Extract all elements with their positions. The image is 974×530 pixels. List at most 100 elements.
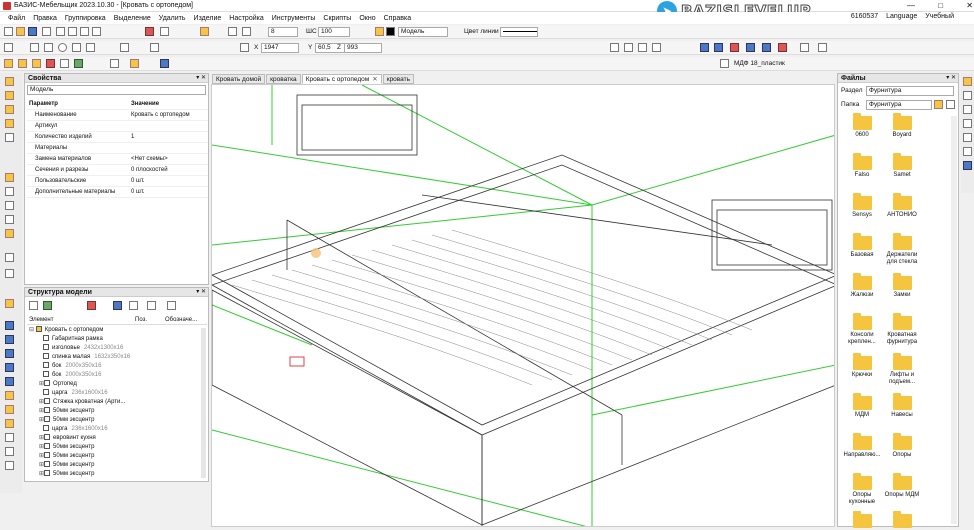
tool-copy-icon[interactable]	[5, 335, 14, 344]
chart-icon[interactable]	[963, 147, 972, 156]
polygon-icon[interactable]	[86, 43, 95, 52]
dimension-icon[interactable]	[120, 43, 129, 52]
view-iso-icon[interactable]	[652, 43, 661, 52]
tab-bed[interactable]: кровать	[382, 74, 415, 84]
menu-settings[interactable]: Настройка	[225, 15, 267, 22]
tab-crib[interactable]: кроватка	[266, 74, 301, 84]
menu-file[interactable]: Файл	[4, 15, 29, 22]
tool-panel-2-icon[interactable]	[5, 91, 14, 100]
menu-help[interactable]: Справка	[380, 15, 415, 22]
tree-settings-icon[interactable]	[167, 301, 176, 310]
view-top-icon[interactable]	[624, 43, 633, 52]
line-style-select[interactable]	[500, 27, 538, 37]
tool-check-icon[interactable]	[5, 269, 14, 278]
folder-item[interactable]	[842, 511, 882, 530]
cut-icon[interactable]	[56, 27, 65, 36]
tool-layer-icon[interactable]	[5, 391, 14, 400]
drawer-icon[interactable]	[46, 59, 55, 68]
line-icon[interactable]	[30, 43, 39, 52]
shelf-icon[interactable]	[130, 59, 139, 68]
folder-item[interactable]: Опоры МДМ	[882, 473, 922, 499]
panel-3-icon[interactable]	[32, 59, 41, 68]
tool-panel-4-icon[interactable]	[5, 119, 14, 128]
view-side-icon[interactable]	[638, 43, 647, 52]
library-icon[interactable]	[963, 77, 972, 86]
tool-rotate-icon[interactable]	[5, 133, 14, 142]
snap-icon[interactable]	[160, 27, 169, 36]
folder-item[interactable]: Опоры кухонные	[842, 473, 882, 506]
tool-layer-2-icon[interactable]	[5, 405, 14, 414]
folder-item[interactable]: Boyard	[882, 113, 922, 139]
property-row[interactable]: Наименование Кровать с ортопедом	[27, 110, 208, 121]
menu-select[interactable]: Выделение	[110, 15, 155, 22]
panel-close-icon[interactable]: ▾ ✕	[946, 74, 956, 83]
tree-view-icon[interactable]	[113, 301, 122, 310]
panel-tool-6-icon[interactable]	[778, 43, 787, 52]
view-front-icon[interactable]	[610, 43, 619, 52]
tree-item[interactable]: бок 2000x350x16	[29, 371, 201, 380]
panel-tool-8-icon[interactable]	[818, 43, 827, 52]
folder-item[interactable]: Базовая	[842, 233, 882, 259]
3d-viewport[interactable]	[211, 84, 835, 527]
property-row[interactable]: Артикул	[27, 121, 208, 132]
tree-item[interactable]: ⊞ Ортопед	[29, 380, 201, 389]
wireframe-model[interactable]	[212, 85, 835, 527]
tree-item[interactable]: ⊞ Стяжка кроватная (Арти...	[29, 398, 201, 407]
material-name[interactable]: МДФ 18_пластик	[734, 59, 785, 69]
measure-icon[interactable]	[240, 43, 249, 52]
new-file-icon[interactable]	[4, 27, 13, 36]
tool-zoom-icon[interactable]	[5, 363, 14, 372]
property-row[interactable]: Материалы	[27, 143, 208, 154]
tree-item[interactable]: ⊞ 50мм эксцентр	[29, 452, 201, 461]
folder-item[interactable]: Кроватная фурнитура	[882, 313, 922, 346]
language-menu[interactable]: Language	[886, 13, 917, 20]
step-field[interactable]: 8	[268, 27, 298, 37]
tree-item[interactable]: ⊞ 50мм эксцентр	[29, 443, 201, 452]
tree-item[interactable]: ⊞ 50мм эксцентр	[29, 461, 201, 470]
folder-item[interactable]: Лифты и подъем...	[882, 353, 922, 386]
panel-close-icon[interactable]: ▾ ✕	[196, 74, 206, 83]
panel-tool-5-icon[interactable]	[762, 43, 771, 52]
tool-pan-icon[interactable]	[5, 377, 14, 386]
menu-scripts[interactable]: Скрипты	[319, 15, 355, 22]
folder-select[interactable]: Фурнитура	[866, 100, 932, 110]
model-select[interactable]: Модель	[398, 27, 448, 37]
pencil-icon[interactable]	[200, 27, 209, 36]
maximize-button[interactable]: □	[938, 1, 943, 11]
tool-cube-3-icon[interactable]	[5, 215, 14, 224]
tree-item[interactable]: ⊞ 50мм эксцентр	[29, 407, 201, 416]
tree-item[interactable]: царга 236x1600x16	[29, 389, 201, 398]
properties-selector[interactable]: Модель	[27, 85, 206, 95]
mode-menu[interactable]: Учебный	[925, 13, 954, 20]
light-bulb-icon[interactable]	[375, 27, 384, 36]
tree-item[interactable]: царга 236x1600x16	[29, 425, 201, 434]
property-row[interactable]: Замена материалов <Нет схемы>	[27, 154, 208, 165]
folder-item[interactable]: Жалюзи	[842, 273, 882, 299]
panel-icon[interactable]	[4, 59, 13, 68]
property-row[interactable]: Количество изделий 1	[27, 132, 208, 143]
brush-icon[interactable]	[963, 91, 972, 100]
panel-close-icon[interactable]: ▾ ✕	[196, 288, 206, 297]
tree-filter-icon[interactable]	[129, 301, 138, 310]
section-select[interactable]: Фурнитура	[866, 86, 954, 96]
fastener-icon[interactable]	[74, 59, 83, 68]
tool-box-icon[interactable]	[5, 173, 14, 182]
folder-item[interactable]: Держатели для стекла	[882, 233, 922, 266]
menu-window[interactable]: Окно	[355, 15, 379, 22]
tree-item[interactable]: ⊞ евровинт кухня	[29, 434, 201, 443]
redo-icon[interactable]	[92, 27, 101, 36]
folder-item[interactable]: Опоры	[882, 433, 922, 459]
folder-item[interactable]	[882, 511, 922, 530]
tool-cube-icon[interactable]	[5, 187, 14, 196]
folder-item[interactable]: АНТОНИО	[882, 193, 922, 219]
folder-item[interactable]: Консоли креплен...	[842, 313, 882, 346]
tree-item[interactable]: спинка малая 1632x350x16	[29, 353, 201, 362]
tree-item[interactable]: Габаритная рамка	[29, 335, 201, 344]
text-icon[interactable]	[150, 43, 159, 52]
tool-cube-2-icon[interactable]	[5, 201, 14, 210]
panel-2-icon[interactable]	[18, 59, 27, 68]
menu-tools[interactable]: Инструменты	[268, 15, 320, 22]
folder-up-icon[interactable]	[934, 100, 943, 109]
undo-icon[interactable]	[80, 27, 89, 36]
tree-remove-icon[interactable]	[87, 301, 96, 310]
